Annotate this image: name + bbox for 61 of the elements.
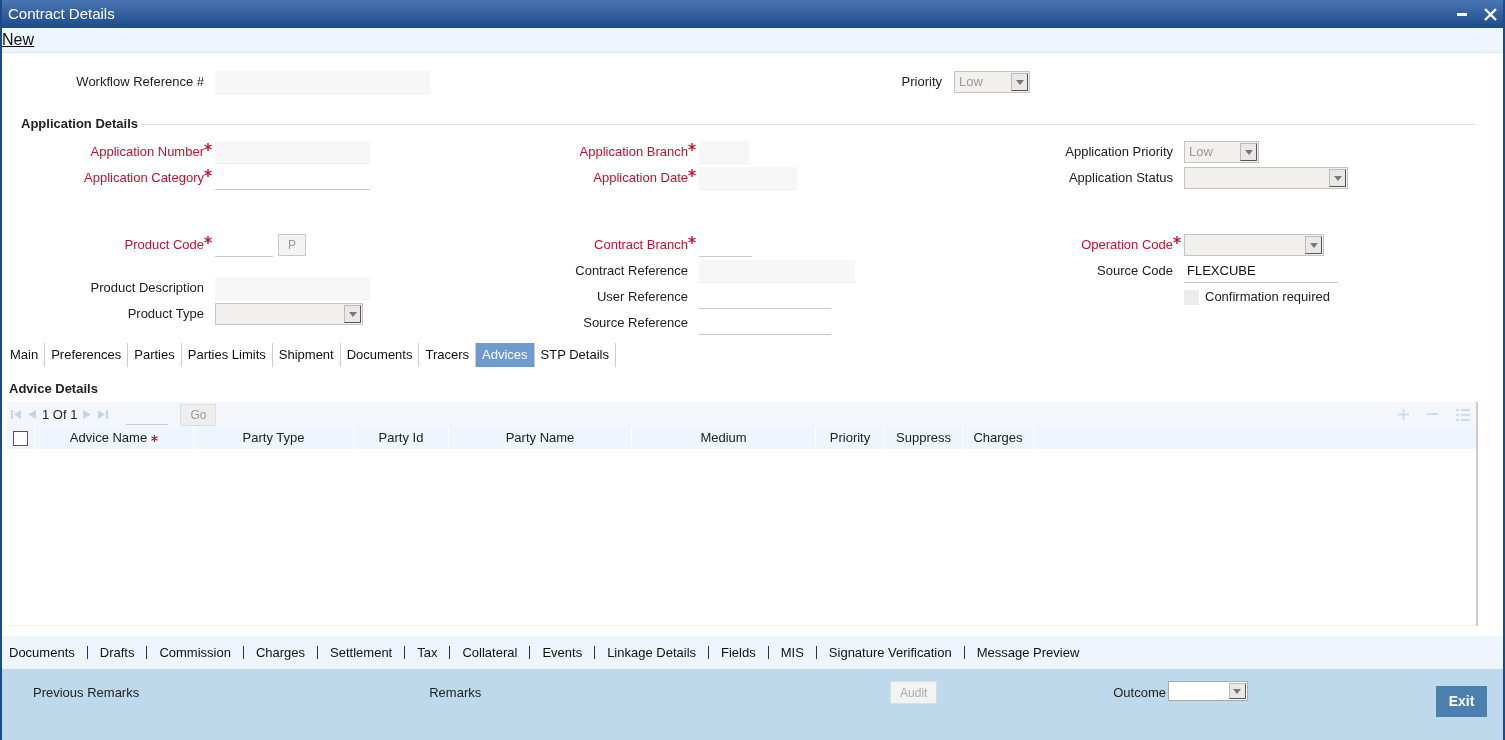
column-header: Medium [632,427,816,449]
dropdown-value: Low [959,73,983,92]
column-header: Charges [963,427,1034,449]
dropdown-value: Low [1189,143,1213,162]
remarks-label: Previous Remarks [33,684,140,702]
select-all-checkbox[interactable] [13,430,28,446]
footer-link[interactable]: Documents [9,642,75,663]
add-icon[interactable] [1398,409,1409,420]
checkbox-label: Confirmation required [1205,288,1330,307]
exit-button[interactable]: Exit [1435,686,1487,717]
field-label: Application Category [83,169,204,188]
field-label: Contract Reference [574,262,688,281]
previous-page-icon[interactable] [27,409,36,420]
field-label: Application Number [89,143,204,162]
footer-link[interactable]: Charges [255,642,306,663]
footer-link[interactable]: Collateral [462,642,518,663]
page-indicator: 1 Of 1 [42,405,78,424]
new-link[interactable]: New [2,28,34,52]
window-title: Contract Details [8,3,115,24]
field-label: Source Code [1096,262,1173,281]
field-label: Priority [900,73,942,92]
field-label: Source Reference [582,314,688,333]
close-icon[interactable] [1484,7,1497,21]
footer-link[interactable]: MIS [780,642,804,663]
footer-link[interactable]: Linkage Details [607,642,697,663]
column-header: Party Id [354,427,449,449]
footer-link[interactable]: Events [542,642,583,663]
column-header: Party Name [449,427,632,449]
footer-link[interactable]: Message Preview [976,642,1080,663]
field-label: Application Priority [1064,143,1173,162]
column-header: Suppress [885,427,963,449]
field-label: Application Date [592,169,688,188]
field-label: Product Type [126,305,204,324]
field-label: Workflow Reference # [75,73,204,92]
section-title: Application Details [21,115,139,134]
remove-icon[interactable] [1427,413,1438,416]
footer-link[interactable]: Commission [159,642,231,663]
section-title: Advice Details [8,379,99,398]
field-label: Product Description [89,279,204,298]
field-label: Operation Code [1080,236,1173,255]
next-page-icon[interactable] [83,409,93,420]
column-header: Party Type [194,427,354,449]
footer-link[interactable]: Tax [417,642,438,663]
outcome-dropdown[interactable] [1167,681,1248,701]
footer-link[interactable]: Settlement [330,642,393,663]
field-label: Application Status [1067,169,1173,188]
field-label: User Reference [595,288,688,307]
last-page-icon[interactable] [98,409,109,420]
footer-link[interactable]: Signature Verification [828,642,952,663]
outcome-label: Outcome [1113,684,1166,702]
first-page-icon[interactable] [11,409,21,420]
footer-link[interactable]: Fields [721,642,756,663]
required-icon [151,434,159,442]
column-header: Advice Name [69,429,148,448]
list-icon[interactable] [1456,408,1470,421]
field-label: Contract Branch [593,236,688,255]
column-header: Priority [816,427,885,449]
remarks-label: Remarks [429,684,482,702]
field-label: Application Branch [578,143,688,162]
footer-link[interactable]: Drafts [99,642,135,663]
field-label: Product Code [123,236,204,255]
